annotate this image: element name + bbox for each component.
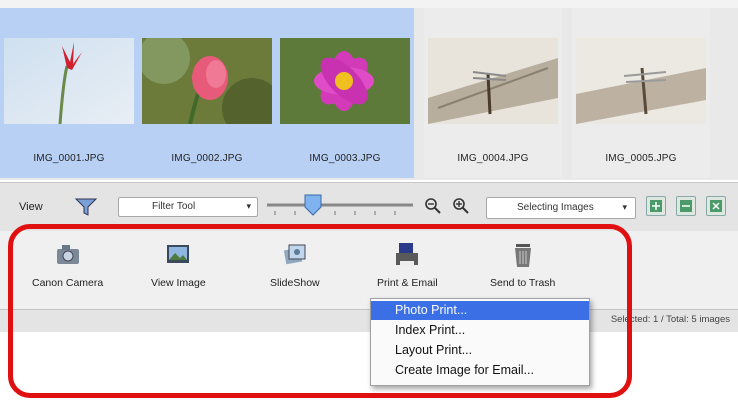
- thumbnail-image: [428, 38, 558, 124]
- status-bar: Selected: 1 / Total: 5 images: [0, 309, 738, 332]
- selection-mode-value: Selecting Images: [517, 202, 594, 213]
- filter-icon[interactable]: [74, 195, 98, 217]
- select-all-icon[interactable]: [646, 196, 666, 216]
- select-add-icon[interactable]: [676, 196, 696, 216]
- slideshow-icon: [281, 241, 309, 269]
- menu-item-label: Index Print...: [395, 323, 466, 337]
- printer-icon: [393, 241, 421, 269]
- thumbnail-filename: IMG_0005.JPG: [605, 153, 677, 164]
- slideshow-label: SlideShow: [270, 277, 320, 289]
- print-email-label: Print & Email: [377, 277, 438, 289]
- trash-icon: [509, 241, 537, 269]
- view-image-button[interactable]: View Image: [151, 241, 206, 289]
- send-to-trash-button[interactable]: Send to Trash: [490, 241, 555, 289]
- thumbnail-filename: IMG_0003.JPG: [309, 153, 381, 164]
- selection-mode-select[interactable]: Selecting Images ▾: [486, 197, 636, 219]
- thumbnail-img-0001[interactable]: IMG_0001.JPG: [0, 8, 138, 178]
- thumbnail-img-0005[interactable]: IMG_0005.JPG: [572, 8, 710, 178]
- view-image-label: View Image: [151, 277, 206, 289]
- print-email-menu: Photo Print... Index Print... Layout Pri…: [370, 298, 590, 386]
- menu-item-photo-print[interactable]: Photo Print...: [371, 301, 589, 320]
- thumbnail-filename: IMG_0001.JPG: [33, 153, 105, 164]
- thumbnail-img-0004[interactable]: IMG_0004.JPG: [424, 8, 562, 178]
- thumbnail-strip: IMG_0001.JPG IMG_0002.JPG IMG_0003.JPG I…: [0, 0, 738, 180]
- send-to-trash-label: Send to Trash: [490, 277, 556, 289]
- chevron-down-icon: ▾: [246, 201, 251, 211]
- canon-camera-button[interactable]: Canon Camera: [32, 241, 103, 289]
- thumbnail-img-0002[interactable]: IMG_0002.JPG: [138, 8, 276, 178]
- status-text: Selected: 1 / Total: 5 images: [610, 314, 730, 325]
- chevron-down-icon: ▾: [622, 202, 627, 212]
- camera-icon: [54, 241, 82, 269]
- thumbnail-img-0003[interactable]: IMG_0003.JPG: [276, 8, 414, 178]
- thumbnail-image: [576, 38, 706, 124]
- thumbnail-filename: IMG_0002.JPG: [171, 153, 243, 164]
- view-label: View: [19, 201, 43, 213]
- deselect-icon[interactable]: [706, 196, 726, 216]
- empty-lower-area: [0, 332, 738, 403]
- canon-camera-label: Canon Camera: [32, 277, 104, 289]
- view-image-icon: [164, 241, 192, 269]
- thumbnail-image: [142, 38, 272, 124]
- strip-top-edge: [0, 0, 738, 8]
- zoom-in-icon[interactable]: [452, 197, 470, 215]
- zoom-out-icon[interactable]: [424, 197, 442, 215]
- menu-item-index-print[interactable]: Index Print...: [371, 321, 589, 340]
- menu-item-label: Layout Print...: [395, 343, 473, 357]
- zoom-slider[interactable]: [265, 193, 415, 223]
- thumbnail-filename: IMG_0004.JPG: [457, 153, 529, 164]
- menu-item-layout-print[interactable]: Layout Print...: [371, 341, 589, 360]
- filter-tool-select[interactable]: Filter Tool ▾: [118, 197, 258, 217]
- filter-tool-select-value: Filter Tool: [152, 201, 196, 212]
- print-email-button[interactable]: Print & Email: [377, 241, 438, 289]
- view-toolbar: View Filter Tool ▾ Selecting Images ▾: [0, 182, 738, 232]
- slideshow-button[interactable]: SlideShow: [270, 241, 320, 289]
- menu-item-label: Photo Print...: [395, 303, 468, 317]
- menu-item-create-image-email[interactable]: Create Image for Email...: [371, 361, 589, 380]
- action-bar: Canon Camera View Image SlideShow Print …: [0, 231, 738, 309]
- thumbnail-image: [4, 38, 134, 124]
- menu-item-label: Create Image for Email...: [395, 363, 534, 377]
- thumbnail-image: [280, 38, 410, 124]
